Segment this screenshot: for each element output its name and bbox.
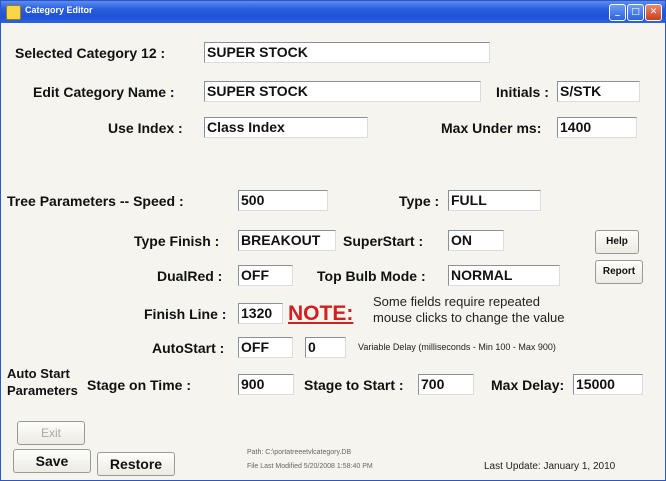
type-field[interactable]: FULL — [448, 190, 541, 211]
use-index-label: Use Index : — [108, 120, 183, 136]
type-finish-field[interactable]: BREAKOUT — [238, 230, 336, 251]
title-bar[interactable]: Category Editor _ □ ✕ — [1, 1, 665, 23]
auto-start-line-2: Parameters — [7, 383, 78, 398]
superstart-label: SuperStart : — [343, 233, 424, 249]
save-button[interactable]: Save — [13, 449, 91, 473]
file-modified-text: File Last Modified 5/20/2008 1:58:40 PM — [247, 463, 373, 470]
minimize-button[interactable]: _ — [609, 4, 626, 21]
note-line-1: Some fields require repeated — [373, 294, 540, 309]
superstart-field[interactable]: ON — [448, 230, 504, 251]
category-editor-window: Category Editor _ □ ✕ Selected Category … — [0, 0, 666, 481]
edit-category-name-field[interactable]: SUPER STOCK — [204, 81, 481, 102]
finish-line-field[interactable]: 1320 — [238, 303, 283, 324]
stage-on-time-label: Stage on Time : — [87, 377, 191, 393]
auto-start-parameters-label: Auto Start Parameters — [7, 365, 78, 399]
initials-label: Initials : — [496, 84, 549, 100]
last-update-text: Last Update: January 1, 2010 — [484, 461, 616, 472]
note-line-2: mouse clicks to change the value — [373, 310, 565, 325]
stage-to-start-label: Stage to Start : — [304, 377, 404, 393]
type-label: Type : — [399, 193, 440, 209]
file-path-text: Path: C:\portatreeetvlcategory.DB — [247, 449, 352, 456]
restore-button[interactable]: Restore — [97, 452, 175, 476]
exit-button[interactable]: Exit — [17, 421, 85, 445]
report-button[interactable]: Report — [595, 260, 643, 284]
top-bulb-mode-label: Top Bulb Mode : — [317, 268, 426, 284]
dualred-field[interactable]: OFF — [238, 265, 293, 286]
note-text: Some fields require repeated mouse click… — [373, 294, 565, 326]
maximize-button[interactable]: □ — [627, 4, 644, 21]
edit-category-name-label: Edit Category Name : — [33, 84, 175, 100]
tree-speed-label: Tree Parameters -- Speed : — [7, 193, 184, 209]
variable-delay-field[interactable]: 0 — [305, 337, 346, 358]
help-button[interactable]: Help — [595, 230, 639, 254]
stage-to-start-field[interactable]: 700 — [418, 374, 474, 395]
app-icon — [6, 5, 21, 20]
auto-start-line-1: Auto Start — [7, 366, 70, 381]
selected-category-field[interactable]: SUPER STOCK — [204, 42, 490, 63]
note-title: NOTE: — [288, 302, 354, 325]
selected-category-label: Selected Category 12 : — [15, 45, 166, 61]
finish-line-label: Finish Line : — [144, 306, 227, 322]
tree-speed-field[interactable]: 500 — [238, 190, 328, 211]
stage-on-time-field[interactable]: 900 — [238, 374, 294, 395]
initials-field[interactable]: S/STK — [557, 81, 640, 102]
variable-delay-label: Variable Delay (milliseconds - Min 100 -… — [358, 342, 556, 352]
dualred-label: DualRed : — [157, 268, 223, 284]
max-under-ms-label: Max Under ms: — [441, 120, 542, 136]
type-finish-label: Type Finish : — [134, 233, 220, 249]
max-delay-label: Max Delay: — [491, 377, 565, 393]
top-bulb-mode-field[interactable]: NORMAL — [448, 265, 560, 286]
max-under-ms-field[interactable]: 1400 — [557, 117, 637, 138]
max-delay-field[interactable]: 15000 — [573, 374, 643, 395]
window-title: Category Editor — [25, 5, 93, 15]
autostart-label: AutoStart : — [152, 340, 225, 356]
autostart-field[interactable]: OFF — [238, 337, 293, 358]
use-index-field[interactable]: Class Index — [204, 117, 368, 138]
close-button[interactable]: ✕ — [645, 4, 662, 21]
